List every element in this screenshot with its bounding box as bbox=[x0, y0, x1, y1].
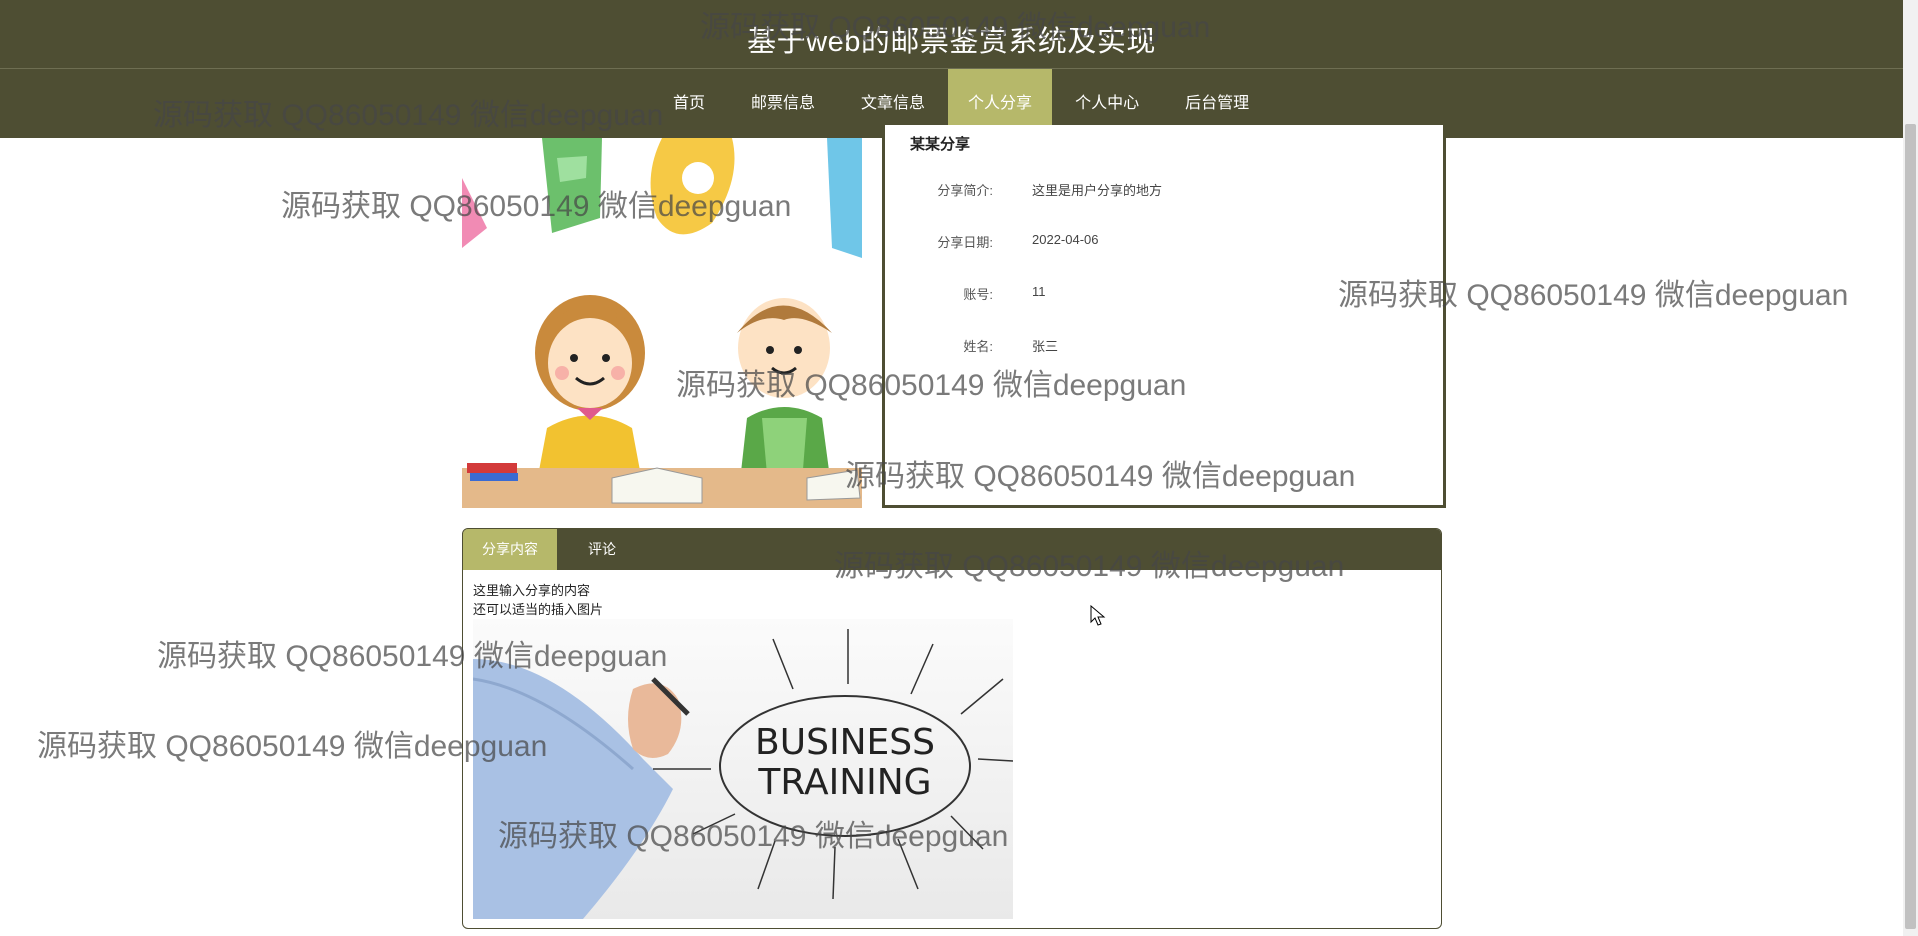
share-tab-panel: 分享内容 评论 这里输入分享的内容 还可以适当的插入图片 BUSINESS TR… bbox=[462, 528, 1442, 929]
field-row-account: 账号: 11 bbox=[885, 284, 1443, 304]
field-label-account: 账号: bbox=[963, 287, 993, 302]
nav-item-stamp-info[interactable]: 邮票信息 bbox=[728, 69, 838, 138]
field-value-name: 张三 bbox=[1032, 339, 1059, 354]
tab-bar: 分享内容 评论 bbox=[463, 529, 1441, 570]
tab-share-content[interactable]: 分享内容 bbox=[463, 529, 557, 570]
share-info-card: 某某分享 分享简介: 这里是用户分享的地方 分享日期: 2022-04-06 账… bbox=[882, 125, 1446, 508]
page-scrollbar[interactable] bbox=[1903, 0, 1918, 936]
field-row-name: 姓名: 张三 bbox=[885, 336, 1443, 356]
illustration-line-training: TRAINING bbox=[757, 762, 931, 803]
field-value-intro: 这里是用户分享的地方 bbox=[1032, 183, 1163, 198]
tab-comments[interactable]: 评论 bbox=[557, 529, 647, 570]
field-label-name: 姓名: bbox=[963, 339, 993, 354]
business-training-illustration: BUSINESS TRAINING bbox=[473, 619, 1013, 919]
site-title: 基于web的邮票鉴赏系统及实现 bbox=[747, 26, 1156, 58]
field-label-intro: 分享简介: bbox=[937, 183, 993, 198]
mouse-cursor-icon bbox=[1090, 605, 1106, 626]
share-content-text: 这里输入分享的内容 还可以适当的插入图片 bbox=[473, 581, 603, 619]
nav-item-home[interactable]: 首页 bbox=[650, 69, 728, 138]
site-header: 基于web的邮票鉴赏系统及实现 bbox=[0, 0, 1903, 69]
kids-illustration bbox=[462, 138, 862, 508]
content-line: 还可以适当的插入图片 bbox=[473, 602, 604, 617]
field-value-date: 2022-04-06 bbox=[1032, 232, 1099, 247]
field-value-account: 11 bbox=[1032, 284, 1046, 299]
field-label-date: 分享日期: bbox=[937, 235, 993, 250]
illustration-line-business: BUSINESS bbox=[755, 722, 935, 763]
share-title: 某某分享 bbox=[910, 136, 971, 153]
share-content-image: BUSINESS TRAINING bbox=[473, 619, 1013, 919]
field-row-date: 分享日期: 2022-04-06 bbox=[885, 232, 1443, 252]
content-line: 这里输入分享的内容 bbox=[473, 583, 591, 598]
scrollbar-thumb[interactable] bbox=[1905, 124, 1916, 929]
field-row-intro: 分享简介: 这里是用户分享的地方 bbox=[885, 180, 1443, 200]
share-cover-image bbox=[462, 138, 862, 508]
